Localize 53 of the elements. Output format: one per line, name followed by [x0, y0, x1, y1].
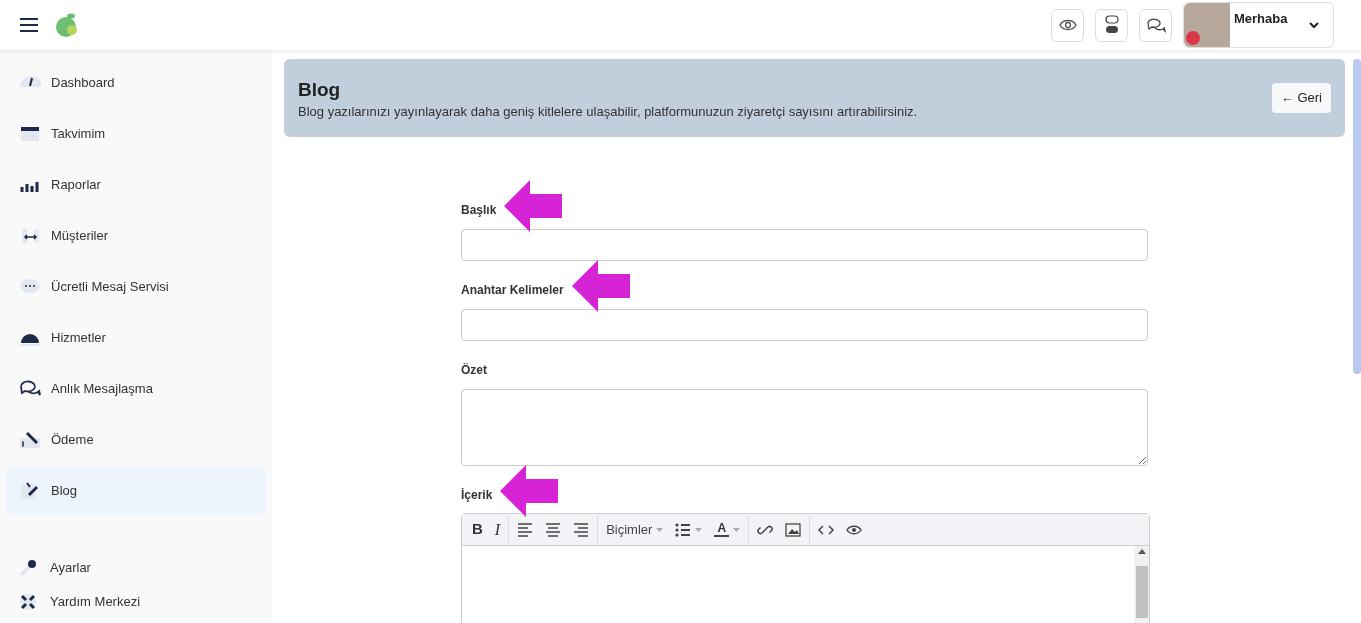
sidebar-item[interactable]: Hizmetler: [6, 314, 266, 362]
image-icon: [785, 521, 802, 538]
sidebar-item[interactable]: Ödeme: [6, 416, 266, 464]
wrench-icon: [18, 558, 38, 578]
bold-button[interactable]: B: [466, 516, 489, 543]
align-right-icon: [573, 521, 590, 538]
preview-button[interactable]: [1051, 8, 1084, 42]
sidebar-item[interactable]: Raporlar: [6, 161, 266, 209]
align-center-icon: [545, 521, 562, 538]
page-description: Blog yazılarınızı yayınlayarak daha geniş kitlelere ulaşabilir, platformunuzun ziyaretçi sayısını artırabilirsiniz.: [298, 103, 918, 122]
photo-placeholder: [1184, 3, 1230, 47]
field-label: Anahtar Kelimeler: [461, 283, 564, 297]
italic-button[interactable]: I: [488, 516, 507, 543]
eye-icon: [1058, 19, 1077, 31]
bullet-list-icon: [675, 521, 692, 538]
sidebar-item[interactable]: Yardım Merkezi: [6, 591, 266, 613]
rich-text-editor[interactable]: B I Biçimler A: [461, 513, 1150, 623]
greeting-text: Merhaba: [1234, 10, 1288, 28]
field-label: İçerik: [461, 488, 493, 502]
caret-icon: [656, 527, 664, 532]
sidebar-item[interactable]: Blog: [6, 467, 266, 515]
sidebar-item[interactable]: Anlık Mesajlaşma: [6, 365, 266, 413]
input-field[interactable]: [461, 309, 1148, 341]
edit-icon: [19, 481, 41, 501]
back-button[interactable]: ← Geri: [1271, 83, 1331, 113]
caret-icon: [695, 527, 703, 532]
sidebar-item[interactable]: Müşteriler: [6, 212, 266, 260]
text-color-dropdown[interactable]: A: [708, 516, 747, 543]
pen-payment-icon: [19, 430, 41, 450]
user-menu[interactable]: Merhaba: [1183, 2, 1334, 48]
scrollbar-thumb[interactable]: [1135, 566, 1148, 618]
field-label: Başlık: [461, 203, 497, 217]
scroll-up-icon: [1137, 549, 1146, 554]
formats-dropdown[interactable]: Biçimler: [600, 516, 670, 543]
field-label: Özet: [461, 363, 487, 377]
page-scrollbar[interactable]: [1353, 59, 1361, 374]
input-field[interactable]: [461, 229, 1148, 261]
page-title: Blog: [298, 78, 342, 103]
align-left-icon: [517, 521, 534, 538]
sidebar-item[interactable]: Takvimim: [6, 110, 266, 158]
caret-icon: [733, 527, 741, 532]
chevron-down-icon: [1309, 22, 1319, 29]
sidebar-item[interactable]: Ücretli Mesaj Servisi: [6, 263, 266, 311]
toggle-button[interactable]: [1095, 8, 1128, 42]
sidebar-item[interactable]: Dashboard: [6, 59, 266, 107]
sidebar-item[interactable]: Ayarlar: [6, 557, 266, 579]
editor-scrollbar[interactable]: [1134, 546, 1149, 623]
calendar-icon: [19, 124, 41, 144]
toggle-icon: [1104, 15, 1119, 35]
chat-icon: [1145, 17, 1166, 33]
menu-icon[interactable]: [20, 18, 38, 32]
messages-button[interactable]: [1139, 8, 1172, 42]
lifebuoy-icon: [18, 592, 38, 612]
